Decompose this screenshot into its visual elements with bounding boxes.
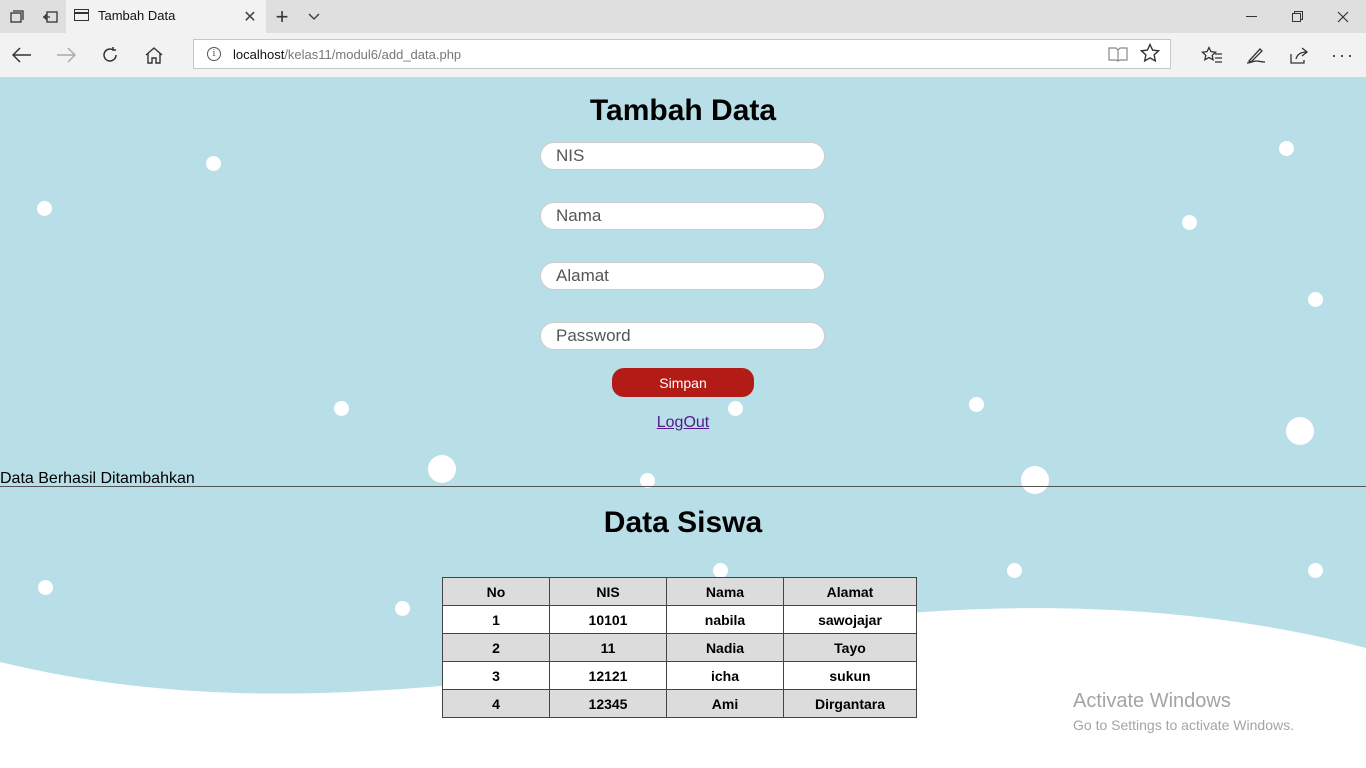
- table-row: 4 12345 Ami Dirgantara: [442, 689, 917, 718]
- minimize-icon[interactable]: [1228, 0, 1274, 33]
- snowflake: [37, 201, 52, 216]
- cell-alamat: Tayo: [783, 633, 917, 662]
- tab-title: Tambah Data: [98, 8, 176, 23]
- logout-container: LogOut: [0, 414, 1366, 432]
- close-tab-icon[interactable]: ✕: [238, 0, 262, 33]
- title-bar: Tambah Data ✕ +: [0, 0, 1366, 33]
- reading-view-icon[interactable]: [1108, 46, 1128, 67]
- nis-input[interactable]: [540, 142, 825, 170]
- cell-nama: Nadia: [666, 633, 784, 662]
- more-options-icon[interactable]: ···: [1321, 33, 1365, 77]
- url-host: localhost: [233, 47, 285, 62]
- set-aside-tabs-icon[interactable]: [33, 0, 66, 33]
- tab-manager-icon[interactable]: [0, 0, 33, 33]
- cell-no: 4: [442, 689, 550, 718]
- nama-input[interactable]: [540, 202, 825, 230]
- cell-alamat: sukun: [783, 661, 917, 690]
- share-icon[interactable]: [1277, 33, 1321, 77]
- form-title: Tambah Data: [589, 94, 777, 127]
- favorites-icon[interactable]: [1190, 33, 1234, 77]
- forward-arrow-icon[interactable]: [44, 33, 88, 77]
- cell-alamat: sawojajar: [783, 605, 917, 634]
- alamat-input[interactable]: [540, 262, 825, 290]
- snowflake: [428, 455, 456, 483]
- pen-notes-icon[interactable]: [1234, 33, 1278, 77]
- table-row: 1 10101 nabila sawojajar: [442, 605, 917, 634]
- siswa-table: No NIS Nama Alamat 1 10101 nabila sawoja…: [442, 577, 917, 718]
- header-nama: Nama: [666, 577, 784, 606]
- table-title: Data Siswa: [603, 506, 763, 539]
- snowflake: [1007, 563, 1022, 578]
- cell-nis: 11: [549, 633, 667, 662]
- activation-watermark: Activate Windows Go to Settings to activ…: [1073, 690, 1294, 733]
- cell-nis: 12345: [549, 689, 667, 718]
- password-input[interactable]: [540, 322, 825, 350]
- table-header-row: No NIS Nama Alamat: [442, 577, 917, 606]
- cell-nama: icha: [666, 661, 784, 690]
- horizontal-rule: [0, 486, 1366, 487]
- snowflake: [1279, 141, 1294, 156]
- cell-nis: 12121: [549, 661, 667, 690]
- url-path: /kelas11/modul6/add_data.php: [284, 47, 462, 62]
- snowflake: [1021, 466, 1049, 494]
- close-window-icon[interactable]: [1320, 0, 1366, 33]
- cell-nama: nabila: [666, 605, 784, 634]
- cell-no: 3: [442, 661, 550, 690]
- snowflake: [1182, 215, 1197, 230]
- cell-no: 1: [442, 605, 550, 634]
- navigation-bar: i localhost/kelas11/modul6/add_data.php …: [0, 33, 1366, 78]
- add-favorite-star-icon[interactable]: [1139, 42, 1161, 69]
- header-no: No: [442, 577, 550, 606]
- header-alamat: Alamat: [783, 577, 917, 606]
- snowflake: [969, 397, 984, 412]
- table-row: 2 11 Nadia Tayo: [442, 633, 917, 662]
- cell-nama: Ami: [666, 689, 784, 718]
- watermark-title: Activate Windows: [1073, 690, 1231, 712]
- url-text[interactable]: localhost/kelas11/modul6/add_data.php: [233, 47, 461, 62]
- snowflake: [713, 563, 728, 578]
- new-tab-icon[interactable]: +: [270, 0, 294, 33]
- home-icon[interactable]: [132, 33, 176, 77]
- refresh-icon[interactable]: [88, 33, 132, 77]
- snowflake: [1308, 292, 1323, 307]
- info-icon[interactable]: i: [207, 47, 221, 61]
- cell-nis: 10101: [549, 605, 667, 634]
- watermark-subtitle: Go to Settings to activate Windows.: [1073, 717, 1294, 733]
- logout-link[interactable]: LogOut: [657, 414, 709, 431]
- restore-icon[interactable]: [1274, 0, 1320, 33]
- simpan-button[interactable]: Simpan: [612, 368, 754, 397]
- header-nis: NIS: [549, 577, 667, 606]
- table-row: 3 12121 icha sukun: [442, 661, 917, 690]
- snowflake: [38, 580, 53, 595]
- cell-alamat: Dirgantara: [783, 689, 917, 718]
- page-content: Tambah Data Simpan LogOut Data Berhasil …: [0, 78, 1366, 768]
- page-icon: [74, 9, 89, 21]
- back-arrow-icon[interactable]: [0, 33, 44, 77]
- chevron-down-icon[interactable]: [302, 0, 326, 33]
- cell-no: 2: [442, 633, 550, 662]
- browser-tab[interactable]: Tambah Data ✕: [66, 0, 266, 33]
- address-bar[interactable]: i localhost/kelas11/modul6/add_data.php: [193, 39, 1171, 69]
- snowflake: [1308, 563, 1323, 578]
- snowflake: [395, 601, 410, 616]
- snowflake: [206, 156, 221, 171]
